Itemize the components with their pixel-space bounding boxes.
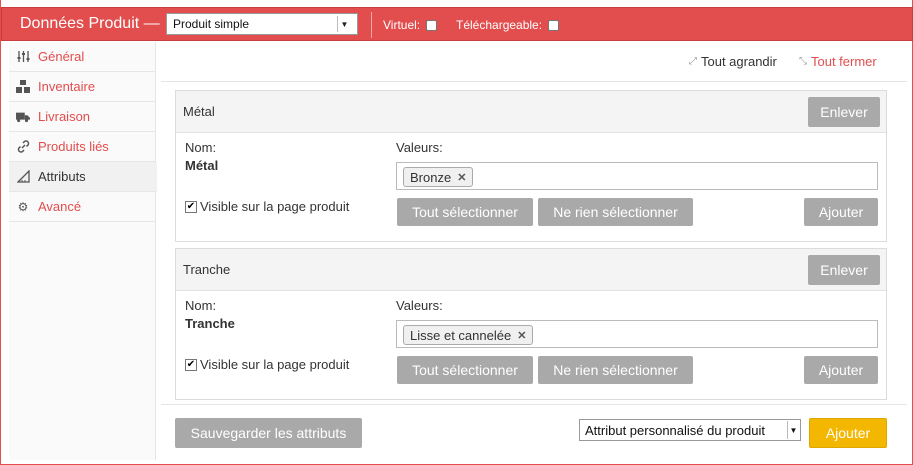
attributes-footer: Sauvegarder les attributs Attribut perso…: [161, 404, 907, 460]
downloadable-checkbox[interactable]: [548, 19, 560, 31]
visible-label: Visible sur la page produit: [200, 357, 350, 372]
attributes-toolbar: ⤢ Tout agrandir ⤡ Tout fermer: [161, 42, 907, 82]
tab-label: Général: [38, 49, 85, 64]
values-input[interactable]: Lisse et cannelée ✕: [396, 320, 878, 348]
tab-label: Livraison: [38, 109, 91, 124]
visible-option: ✔ Visible sur la page produit: [185, 199, 349, 214]
sliders-icon: [16, 50, 30, 64]
downloadable-option: Téléchargeable:: [456, 18, 560, 32]
tab-general[interactable]: Général: [9, 42, 155, 72]
attribute-header[interactable]: Tranche Enlever: [176, 249, 886, 291]
close-all-label: Tout fermer: [811, 54, 877, 69]
visible-option: ✔ Visible sur la page produit: [185, 357, 349, 372]
header-divider: [371, 12, 372, 38]
remove-value-icon[interactable]: ✕: [457, 171, 466, 184]
save-attributes-button[interactable]: Sauvegarder les attributs: [175, 418, 362, 448]
select-none-button[interactable]: Ne rien sélectionner: [538, 198, 693, 226]
name-label: Nom:: [185, 140, 217, 155]
attribute-name: Métal: [185, 158, 219, 173]
tab-label: Attributs: [38, 169, 86, 184]
select-all-button[interactable]: Tout sélectionner: [397, 198, 533, 226]
add-attribute-button[interactable]: Ajouter: [809, 418, 887, 448]
attribute-select-value: Attribut personnalisé du produit: [585, 422, 765, 438]
tab-attributes[interactable]: Attributs: [9, 162, 157, 192]
remove-value-icon[interactable]: ✕: [517, 329, 526, 342]
expand-all-label: Tout agrandir: [701, 54, 777, 69]
attribute-taxonomy-select[interactable]: Attribut personnalisé du produit ▼: [579, 419, 801, 441]
tab-linked-products[interactable]: Produits liés: [9, 132, 155, 162]
attribute-body: Nom: Métal Valeurs: Bronze ✕ ✔ Visible s…: [176, 133, 886, 241]
visible-label: Visible sur la page produit: [200, 199, 350, 214]
values-label: Valeurs:: [396, 298, 443, 313]
attribute-name: Tranche: [185, 316, 235, 331]
remove-button[interactable]: Enlever: [808, 97, 880, 127]
truck-icon: [16, 110, 30, 124]
panel-title: Données Produit —: [20, 15, 160, 32]
value-chip-label: Bronze: [410, 169, 452, 185]
virtual-option: Virtuel:: [383, 18, 438, 32]
tab-label: Inventaire: [38, 79, 96, 94]
add-value-button[interactable]: Ajouter: [804, 198, 878, 226]
ruler-triangle-icon: [16, 170, 30, 184]
value-chip: Bronze ✕: [403, 167, 474, 187]
values-label: Valeurs:: [396, 140, 443, 155]
attributes-panel: ⤢ Tout agrandir ⤡ Tout fermer Métal Enle…: [161, 42, 907, 460]
select-none-button[interactable]: Ne rien sélectionner: [538, 356, 693, 384]
attribute-title: Métal: [183, 104, 215, 119]
boxes-icon: [16, 80, 30, 94]
product-data-panel: Données Produit — Produit simple ▼ Virtu…: [0, 0, 913, 465]
attribute-body: Nom: Tranche Valeurs: Lisse et cannelée …: [176, 291, 886, 399]
values-input[interactable]: Bronze ✕: [396, 162, 878, 190]
value-chip: Lisse et cannelée ✕: [403, 325, 534, 345]
tab-advanced[interactable]: ⚙ Avancé: [9, 192, 155, 222]
value-chip-label: Lisse et cannelée: [410, 327, 512, 343]
tab-inventory[interactable]: Inventaire: [9, 72, 155, 102]
close-all-link[interactable]: ⤡ Tout fermer: [799, 54, 877, 69]
attribute-title: Tranche: [183, 262, 231, 277]
link-icon: [16, 140, 30, 154]
visible-checkbox[interactable]: ✔: [185, 200, 197, 213]
tab-label: Produits liés: [38, 139, 109, 154]
name-label: Nom:: [185, 298, 217, 313]
downloadable-label: Téléchargeable:: [456, 18, 543, 32]
product-data-tabs: Général Inventaire Livraison Produits li…: [9, 42, 157, 460]
chevron-down-icon: ▼: [337, 16, 351, 32]
select-all-button[interactable]: Tout sélectionner: [397, 356, 533, 384]
tab-shipping[interactable]: Livraison: [9, 102, 155, 132]
product-data-header: Données Produit — Produit simple ▼ Virtu…: [1, 7, 913, 41]
product-type-select[interactable]: Produit simple ▼: [166, 13, 358, 35]
chevron-down-icon: ▼: [787, 421, 799, 439]
tab-label: Avancé: [38, 199, 82, 214]
visible-checkbox[interactable]: ✔: [185, 358, 197, 371]
remove-button[interactable]: Enlever: [808, 255, 880, 285]
collapse-icon: ⤡: [799, 56, 807, 67]
attribute-block: Métal Enlever Nom: Métal Valeurs: Bronze…: [175, 90, 887, 242]
attribute-header[interactable]: Métal Enlever: [176, 91, 886, 133]
expand-icon: ⤢: [689, 56, 697, 67]
virtual-label: Virtuel:: [383, 18, 421, 32]
virtual-checkbox[interactable]: [426, 19, 438, 31]
add-value-button[interactable]: Ajouter: [804, 356, 878, 384]
product-type-value: Produit simple: [173, 17, 250, 31]
gear-icon: ⚙: [17, 199, 29, 214]
expand-all-link[interactable]: ⤢ Tout agrandir: [689, 54, 777, 69]
attribute-block: Tranche Enlever Nom: Tranche Valeurs: Li…: [175, 248, 887, 400]
